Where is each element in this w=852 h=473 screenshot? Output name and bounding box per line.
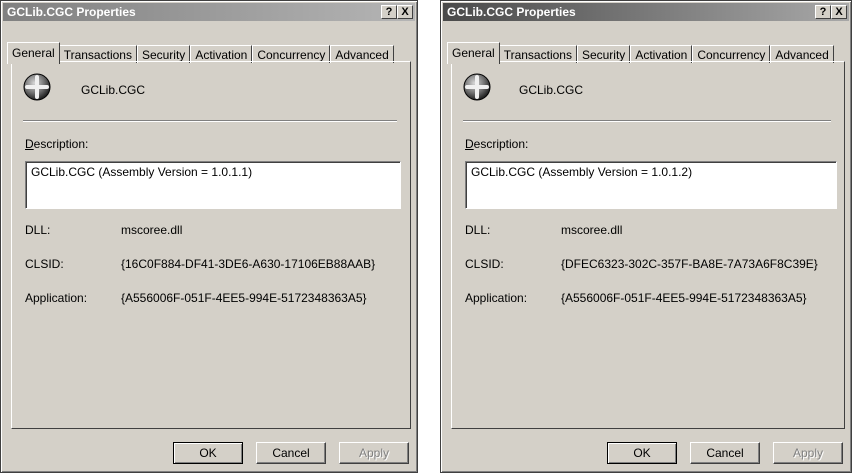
clsid-label: CLSID: [465,257,504,271]
dialog-title: GCLib.CGC Properties [447,5,576,19]
dll-label: DLL: [465,223,491,237]
tab-strip: General Transactions Security Activation… [447,41,834,64]
separator [463,120,831,122]
application-label: Application: [25,291,88,305]
component-globe-icon [463,73,491,101]
tab-general[interactable]: General [7,42,60,64]
description-label: Description: [465,137,529,151]
separator [23,120,397,122]
properties-dialog-left: GCLib.CGC Properties ? X General Transac… [0,0,418,473]
close-button[interactable]: X [831,5,847,19]
close-button[interactable]: X [397,5,413,19]
clsid-value: {DFEC6323-302C-357F-BA8E-7A73A6F8C39E} [561,257,818,271]
ok-button[interactable]: OK [607,442,677,464]
apply-button[interactable]: Apply [773,442,843,464]
general-tab-panel [451,61,845,429]
help-button[interactable]: ? [381,5,397,19]
cancel-button[interactable]: Cancel [256,442,326,464]
application-label: Application: [465,291,528,305]
ok-button[interactable]: OK [173,442,243,464]
component-name: GCLib.CGC [81,83,146,97]
clsid-row: CLSID: {DFEC6323-302C-357F-BA8E-7A73A6F8… [465,257,818,271]
clsid-row: CLSID: {16C0F884-DF41-3DE6-A630-17106EB8… [25,257,375,271]
title-bar[interactable]: GCLib.CGC Properties ? X [443,3,849,21]
clsid-label: CLSID: [25,257,64,271]
description-field[interactable]: GCLib.CGC (Assembly Version = 1.0.1.1) [25,161,401,209]
dialog-title: GCLib.CGC Properties [7,5,136,19]
application-value: {A556006F-051F-4EE5-994E-5172348363A5} [561,291,807,305]
component-name: GCLib.CGC [519,83,584,97]
tab-strip: General Transactions Security Activation… [7,41,394,64]
dll-row: DLL: mscoree.dll [465,223,622,237]
title-bar[interactable]: GCLib.CGC Properties ? X [3,3,415,21]
application-row: Application: {A556006F-051F-4EE5-994E-51… [465,291,807,305]
tab-general[interactable]: General [447,42,500,64]
dll-row: DLL: mscoree.dll [25,223,182,237]
description-label: Description: [25,137,89,151]
general-tab-panel [11,61,411,429]
help-button[interactable]: ? [815,5,831,19]
dll-value: mscoree.dll [561,223,623,237]
cancel-button[interactable]: Cancel [690,442,760,464]
application-value: {A556006F-051F-4EE5-994E-5172348363A5} [121,291,367,305]
apply-button[interactable]: Apply [339,442,409,464]
application-row: Application: {A556006F-051F-4EE5-994E-51… [25,291,367,305]
clsid-value: {16C0F884-DF41-3DE6-A630-17106EB88AAB} [121,257,376,271]
dll-value: mscoree.dll [121,223,183,237]
properties-dialog-right: GCLib.CGC Properties ? X General Transac… [440,0,852,473]
component-globe-icon [23,73,51,101]
description-field[interactable]: GCLib.CGC (Assembly Version = 1.0.1.2) [465,161,837,209]
dll-label: DLL: [25,223,51,237]
